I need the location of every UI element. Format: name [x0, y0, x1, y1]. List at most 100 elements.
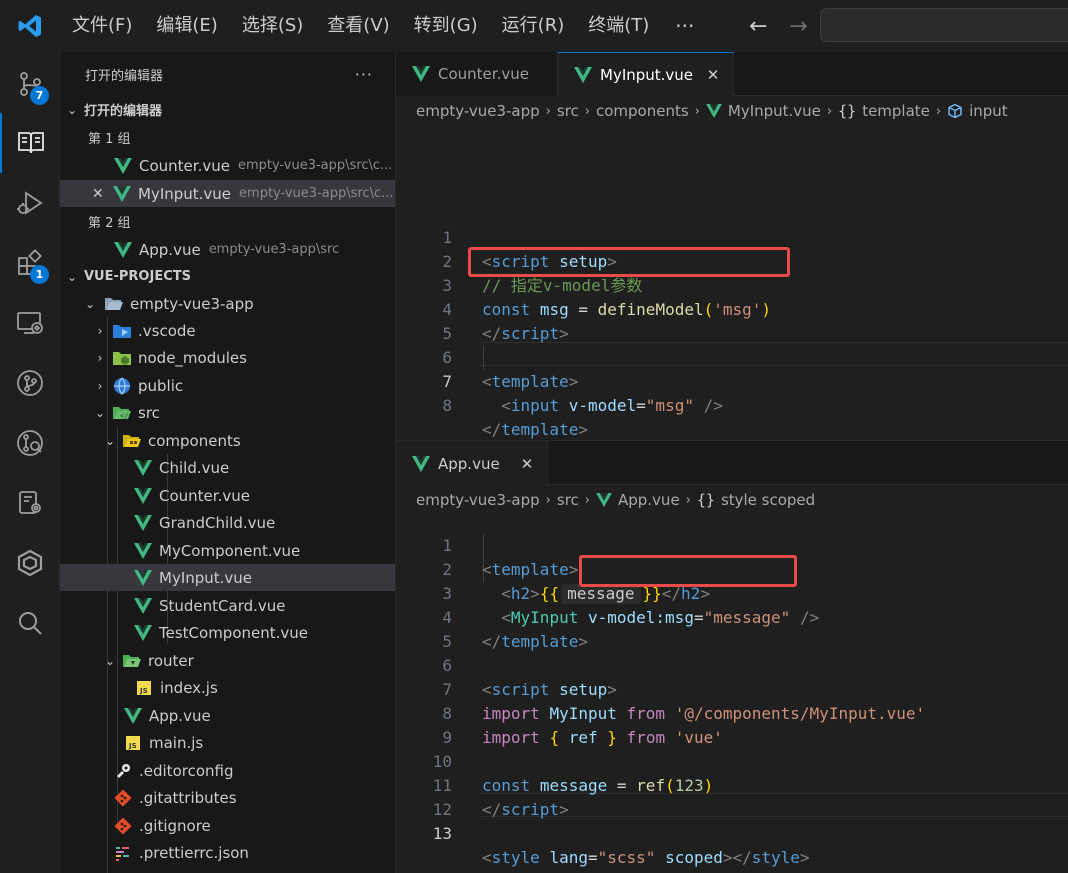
- tab-app-vue[interactable]: App.vue ✕: [396, 441, 548, 485]
- vue-file-icon: [133, 541, 153, 561]
- extensions-icon[interactable]: 1: [0, 233, 60, 293]
- breadcrumb-item[interactable]: empty-vue3-app: [416, 102, 540, 120]
- folder-components[interactable]: ⌄ components: [60, 427, 395, 454]
- remote-explorer-icon[interactable]: [0, 293, 60, 353]
- code-line: 6 <script setup>: [442, 656, 617, 699]
- tab-counter-vue[interactable]: Counter.vue: [396, 52, 558, 96]
- file-app-vue[interactable]: App.vue: [60, 702, 395, 729]
- git-graph-icon[interactable]: [0, 353, 60, 413]
- vscode-folder-icon: [112, 321, 132, 341]
- tab-bar: Counter.vue MyInput.vue ✕: [396, 52, 1068, 96]
- breadcrumb-item[interactable]: MyInput.vue: [728, 102, 821, 120]
- code-editor-app[interactable]: 1 <template> 2 <h2>{{message}}</h2> 3 <M…: [396, 510, 1068, 867]
- close-icon[interactable]: ✕: [92, 186, 106, 202]
- vue-file-icon: [133, 486, 153, 506]
- folder-open-icon: [104, 294, 124, 314]
- file-myinput-vue[interactable]: MyInput.vue: [60, 564, 395, 591]
- menu-more-button[interactable]: ···: [661, 14, 708, 38]
- menu-view[interactable]: 查看(V): [315, 0, 401, 52]
- js-file-icon: JS: [123, 733, 143, 753]
- editor-group-bottom: App.vue ✕ empty-vue3-app › src › App.vue › …: [396, 441, 1068, 873]
- explorer-icon[interactable]: [0, 113, 60, 173]
- cube-extension-icon[interactable]: [0, 533, 60, 593]
- file-counter-vue[interactable]: Counter.vue: [60, 482, 395, 509]
- chevron-down-icon: ⌄: [66, 269, 78, 284]
- chevron-down-icon: ⌄: [104, 653, 116, 668]
- open-editor-item-active[interactable]: ✕ MyInput.vue empty-vue3-app\src\c...: [60, 180, 395, 207]
- file-editorconfig[interactable]: .editorconfig: [60, 757, 395, 784]
- open-editor-item[interactable]: App.vue empty-vue3-app\src: [60, 236, 395, 263]
- file-grandchild-vue[interactable]: GrandChild.vue: [60, 509, 395, 536]
- file-gitignore[interactable]: .gitignore: [60, 812, 395, 839]
- close-icon[interactable]: ✕: [705, 66, 721, 84]
- sidebar-more-button[interactable]: ···: [355, 65, 373, 84]
- run-debug-icon[interactable]: [0, 173, 60, 233]
- breadcrumb-item[interactable]: components: [596, 102, 689, 120]
- chevron-right-icon: ›: [97, 378, 103, 393]
- chevron-right-icon: ›: [584, 492, 590, 508]
- folder-node-modules[interactable]: › node_modules: [60, 344, 395, 371]
- file-mycomponent-vue[interactable]: MyComponent.vue: [60, 537, 395, 564]
- sidebar-header: 打开的编辑器 ···: [60, 52, 395, 96]
- editorconfig-icon: [113, 761, 133, 781]
- tab-myinput-vue[interactable]: MyInput.vue ✕: [558, 52, 735, 96]
- code-line: 7 import MyInput from '@/components/MyIn…: [442, 680, 926, 723]
- activity-bar: 7 1: [0, 52, 60, 873]
- menu-go[interactable]: 转到(G): [402, 0, 490, 52]
- prettier-file-icon: [113, 843, 133, 863]
- menu-edit[interactable]: 编辑(E): [144, 0, 229, 52]
- file-gitattributes[interactable]: .gitattributes: [60, 784, 395, 811]
- cube-symbol-icon: [947, 103, 963, 119]
- editor-group-1: 第 1 组: [88, 132, 131, 147]
- menu-run[interactable]: 运行(R): [490, 0, 577, 52]
- file-prettierrc[interactable]: .prettierrc.json: [60, 839, 395, 866]
- project-section[interactable]: ⌄ VUE-PROJECTS: [60, 263, 395, 290]
- menu-file[interactable]: 文件(F): [60, 0, 144, 52]
- code-line: 7 <input v-model="msg" />: [442, 372, 723, 415]
- menu-terminal[interactable]: 终端(T): [576, 0, 661, 52]
- vue-file-icon: [596, 493, 612, 507]
- file-child-vue[interactable]: Child.vue: [60, 454, 395, 481]
- globe-folder-icon: [112, 376, 132, 396]
- open-editor-item[interactable]: Counter.vue empty-vue3-app\src\c...: [60, 152, 395, 179]
- file-studentcard-vue[interactable]: StudentCard.vue: [60, 592, 395, 619]
- folder-src[interactable]: ⌄ </> src: [60, 399, 395, 426]
- search-icon[interactable]: [0, 593, 60, 653]
- chevron-right-icon: ›: [685, 492, 691, 508]
- code-line: 10 const message = ref(123): [432, 752, 714, 795]
- breadcrumb-item[interactable]: src: [557, 491, 579, 509]
- breadcrumb-item[interactable]: template: [862, 102, 930, 120]
- svg-text:JS: JS: [128, 742, 137, 750]
- js-file-icon: JS: [134, 678, 154, 698]
- folder-vscode[interactable]: › .vscode: [60, 317, 395, 344]
- gitlens-icon[interactable]: [0, 413, 60, 473]
- file-main-js[interactable]: JS main.js: [60, 729, 395, 756]
- components-folder-icon: [122, 431, 142, 451]
- menu-selection[interactable]: 选择(S): [230, 0, 315, 52]
- forward-arrow-icon[interactable]: →: [778, 14, 818, 39]
- vue-file-icon: [133, 623, 153, 643]
- sidebar-title: 打开的编辑器: [85, 68, 164, 84]
- source-control-icon[interactable]: 7: [0, 54, 60, 114]
- folder-router[interactable]: ⌄ router: [60, 647, 395, 674]
- vue-file-icon: [113, 156, 133, 176]
- settings-sync-icon[interactable]: [0, 473, 60, 533]
- breadcrumb-item[interactable]: style scoped: [721, 491, 815, 509]
- title-bar: 文件(F) 编辑(E) 选择(S) 查看(V) 转到(G) 运行(R) 终端(T…: [0, 0, 1068, 52]
- code-editor-myinput[interactable]: 1 <script setup> 2 // 指定v-model参数 3 cons…: [396, 202, 1068, 440]
- folder-public[interactable]: › public: [60, 372, 395, 399]
- breadcrumb-item[interactable]: App.vue: [618, 491, 680, 509]
- vscode-logo-icon: [0, 0, 60, 52]
- open-editors-section[interactable]: ⌄ 打开的编辑器: [60, 96, 395, 123]
- breadcrumb-item[interactable]: src: [557, 102, 579, 120]
- code-line: 11 </script>: [432, 776, 569, 819]
- file-testcomponent-vue[interactable]: TestComponent.vue: [60, 619, 395, 646]
- file-index-js[interactable]: JS index.js: [60, 674, 395, 701]
- command-center-search[interactable]: [820, 8, 1068, 42]
- breadcrumb-item[interactable]: empty-vue3-app: [416, 491, 540, 509]
- explorer-sidebar: 打开的编辑器 ··· ⌄ 打开的编辑器 第 1 组 Counter.vue em…: [60, 52, 396, 873]
- back-arrow-icon[interactable]: ←: [738, 14, 778, 39]
- breadcrumb-item[interactable]: input: [969, 102, 1008, 120]
- folder-root[interactable]: ⌄ empty-vue3-app: [60, 290, 395, 317]
- close-icon[interactable]: ✕: [519, 455, 535, 473]
